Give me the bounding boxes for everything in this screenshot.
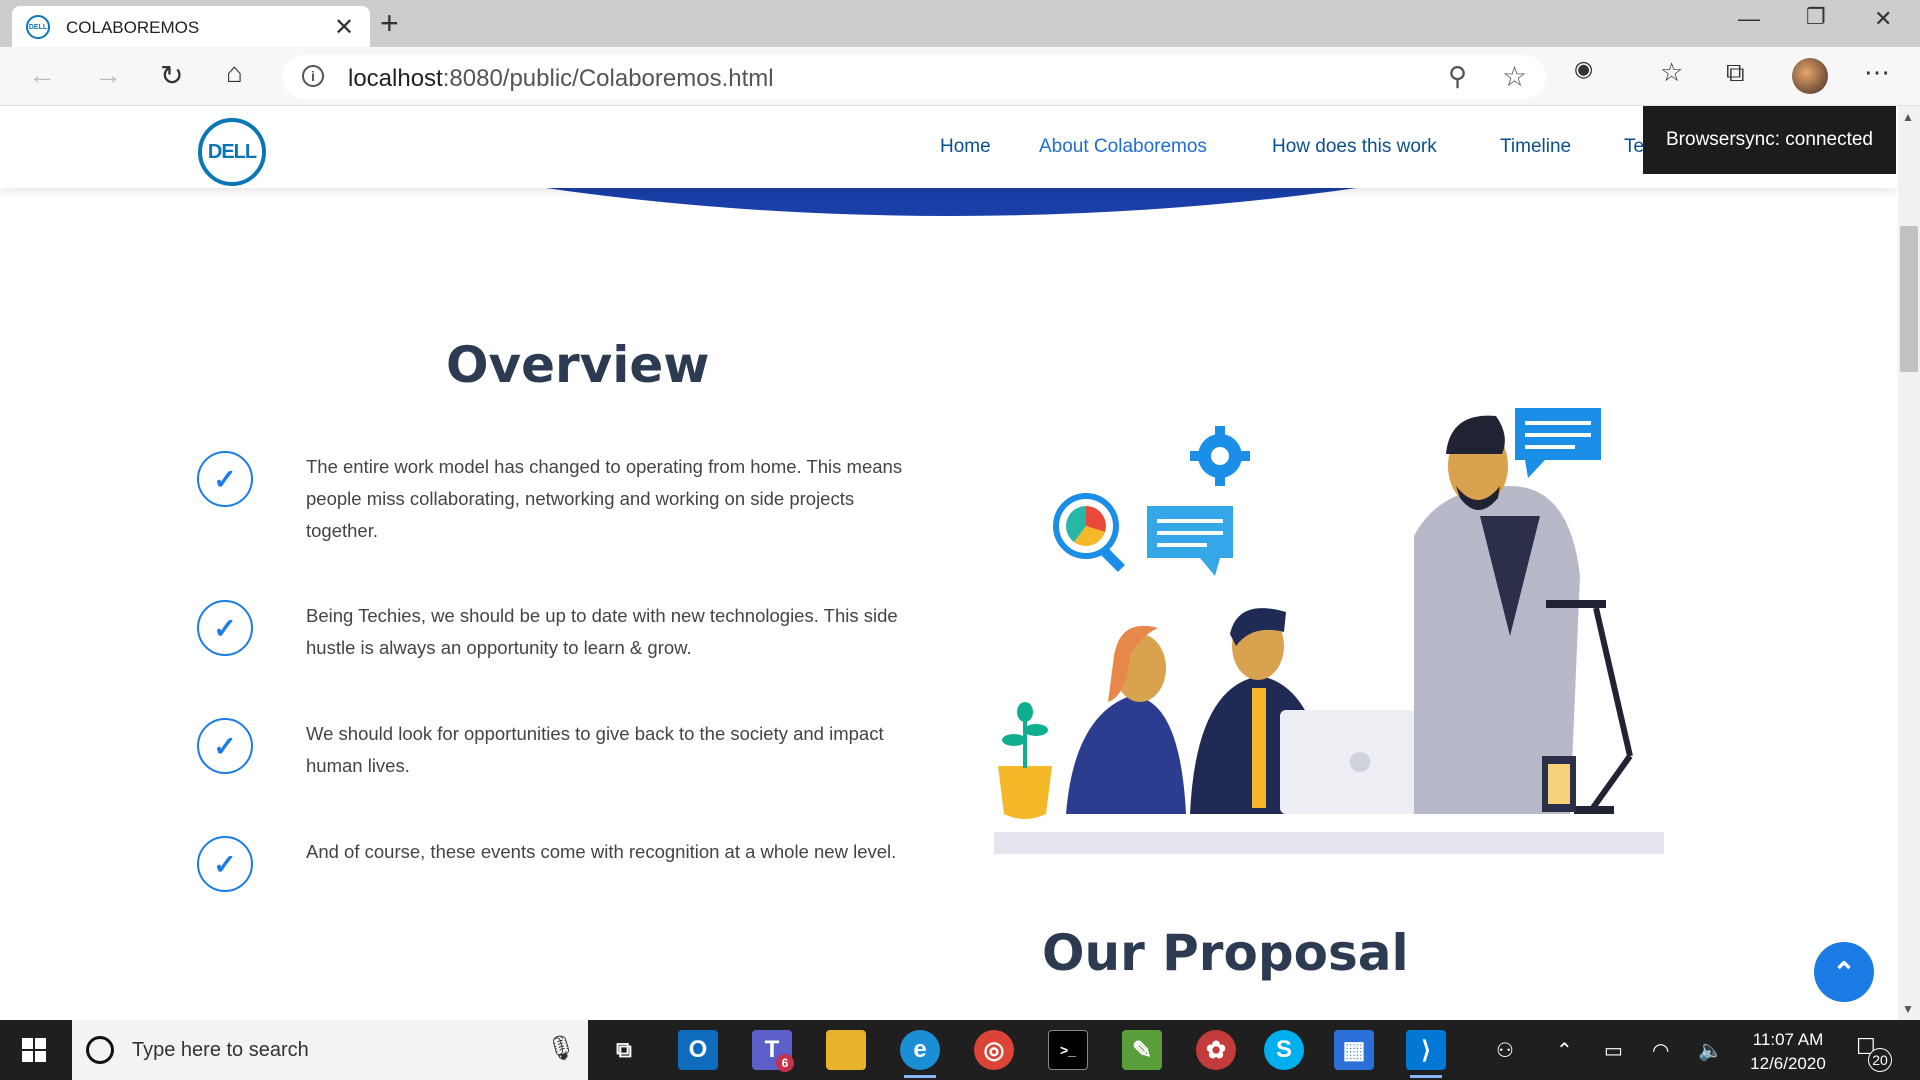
paint-icon[interactable]: ✿ bbox=[1196, 1030, 1236, 1070]
new-tab-icon[interactable]: + bbox=[380, 5, 399, 42]
task-view-icon[interactable]: ⧉ bbox=[604, 1030, 644, 1070]
teams-badge: 6 bbox=[776, 1054, 794, 1072]
dell-favicon-icon: DELL bbox=[26, 15, 50, 39]
favorites-icon[interactable]: ☆ bbox=[1660, 57, 1683, 88]
nav-about[interactable]: About Colaboremos bbox=[1039, 136, 1207, 158]
overview-title: Overview bbox=[446, 336, 710, 394]
scroll-down-arrow-icon[interactable]: ▼ bbox=[1902, 1002, 1914, 1016]
url-text[interactable]: localhost:8080/public/Colaboremos.html bbox=[348, 65, 774, 93]
more-icon[interactable]: ⋯ bbox=[1864, 57, 1890, 88]
clock-time: 11:07 AM bbox=[1752, 1030, 1824, 1049]
overview-item-text: And of course, these events come with re… bbox=[306, 841, 897, 862]
nav-timeline[interactable]: Timeline bbox=[1500, 136, 1571, 158]
refresh-icon[interactable]: ↻ bbox=[160, 59, 183, 92]
outlook-icon[interactable]: O bbox=[678, 1030, 718, 1070]
windows-taskbar: Type here to search 🎙 ⧉ O T6 e ◎ >_ ✎ ✿ … bbox=[0, 1020, 1920, 1080]
plant-icon bbox=[998, 702, 1052, 819]
wifi-icon[interactable]: ◠ bbox=[1652, 1038, 1669, 1063]
microphone-icon[interactable]: 🎙 bbox=[546, 1034, 576, 1063]
address-bar[interactable]: i localhost:8080/public/Colaboremos.html… bbox=[282, 55, 1546, 99]
check-circle-icon: ✓ bbox=[197, 600, 253, 656]
chat-bubble-icon bbox=[1515, 408, 1601, 478]
team-illustration bbox=[994, 408, 1664, 854]
check-circle-icon: ✓ bbox=[197, 451, 253, 507]
battery-icon[interactable]: ▭ bbox=[1604, 1038, 1623, 1063]
restore-icon[interactable]: ❐ bbox=[1806, 4, 1826, 30]
teams-icon[interactable]: T6 bbox=[752, 1030, 794, 1072]
tab-title: COLABOREMOS bbox=[66, 18, 200, 37]
edge-icon[interactable]: e bbox=[900, 1030, 940, 1078]
check-circle-icon: ✓ bbox=[197, 836, 253, 892]
notification-count: 20 bbox=[1868, 1048, 1892, 1072]
forward-icon[interactable]: → bbox=[94, 59, 122, 91]
dell-logo[interactable]: DELL bbox=[198, 118, 266, 186]
clock-date: 12/6/2020 bbox=[1750, 1054, 1826, 1073]
cortana-icon[interactable] bbox=[86, 1036, 114, 1064]
show-hidden-icons-icon[interactable]: ⌃ bbox=[1556, 1038, 1573, 1063]
scroll-to-top-button[interactable]: ⌃ bbox=[1814, 942, 1874, 1002]
browsersync-toast: Browsersync: connected bbox=[1643, 106, 1896, 174]
overview-item-text: Being Techies, we should be up to date w… bbox=[306, 605, 898, 658]
standing-man-figure bbox=[1414, 415, 1580, 814]
zoom-icon[interactable]: ⚲ bbox=[1448, 61, 1467, 92]
proposal-title: Our Proposal bbox=[1042, 924, 1409, 982]
nav-how-it-works[interactable]: How does this work bbox=[1272, 136, 1437, 158]
browser-tab[interactable]: DELL COLABOREMOS ✕ bbox=[12, 6, 370, 47]
nav-truncated[interactable]: Te bbox=[1624, 136, 1644, 158]
windows-start-icon[interactable] bbox=[22, 1038, 46, 1062]
terminal-icon[interactable]: >_ bbox=[1048, 1030, 1088, 1070]
action-center-icon[interactable]: ☐ 20 bbox=[1856, 1034, 1892, 1072]
store-icon[interactable]: ▦ bbox=[1334, 1030, 1374, 1070]
search-placeholder: Type here to search bbox=[132, 1039, 309, 1061]
taskbar-clock[interactable]: 11:07 AM 12/6/2020 bbox=[1738, 1028, 1838, 1076]
close-tab-icon[interactable]: ✕ bbox=[334, 13, 354, 42]
browser-tab-bar: DELL COLABOREMOS ✕ + — ❐ ✕ bbox=[0, 0, 1920, 47]
gear-icon bbox=[1190, 426, 1250, 486]
chat-bubble-icon bbox=[1147, 506, 1233, 576]
minimize-icon[interactable]: — bbox=[1738, 6, 1760, 32]
back-icon[interactable]: ← bbox=[28, 59, 56, 91]
profile-avatar[interactable] bbox=[1792, 58, 1828, 94]
volume-icon[interactable]: 🔈 bbox=[1698, 1038, 1723, 1063]
collections-icon[interactable]: ⧉ bbox=[1726, 57, 1745, 89]
page-viewport: DELL Home About Colaboremos How does thi… bbox=[0, 106, 1898, 1020]
chrome-icon[interactable]: ◎ bbox=[974, 1030, 1014, 1070]
skype-icon[interactable]: S bbox=[1264, 1030, 1304, 1070]
taskbar-search[interactable]: Type here to search 🎙 bbox=[72, 1020, 588, 1080]
check-circle-icon: ✓ bbox=[197, 718, 253, 774]
site-header: DELL Home About Colaboremos How does thi… bbox=[0, 106, 1898, 188]
home-icon[interactable]: ⌂ bbox=[226, 57, 243, 89]
scroll-up-arrow-icon[interactable]: ▲ bbox=[1902, 110, 1914, 124]
nav-home[interactable]: Home bbox=[940, 136, 991, 158]
favorite-star-icon[interactable]: ☆ bbox=[1502, 60, 1527, 93]
extension-icon[interactable]: ◉ bbox=[1574, 56, 1593, 82]
people-icon[interactable]: ⚇ bbox=[1496, 1038, 1514, 1063]
overview-item-text: The entire work model has changed to ope… bbox=[306, 456, 903, 541]
scrollbar-thumb[interactable] bbox=[1900, 226, 1918, 372]
notepad-plus-icon[interactable]: ✎ bbox=[1122, 1030, 1162, 1070]
info-icon[interactable]: i bbox=[302, 65, 324, 87]
browser-toolbar: ← → ↻ ⌂ i localhost:8080/public/Colabore… bbox=[0, 47, 1920, 106]
woman-figure bbox=[1066, 625, 1186, 814]
vscode-icon[interactable]: ⟩ bbox=[1406, 1030, 1446, 1078]
overview-item-text: We should look for opportunities to give… bbox=[306, 723, 884, 776]
file-explorer-icon[interactable] bbox=[826, 1030, 866, 1070]
window-close-icon[interactable]: ✕ bbox=[1874, 6, 1892, 32]
analytics-magnifier-icon bbox=[1053, 493, 1126, 573]
